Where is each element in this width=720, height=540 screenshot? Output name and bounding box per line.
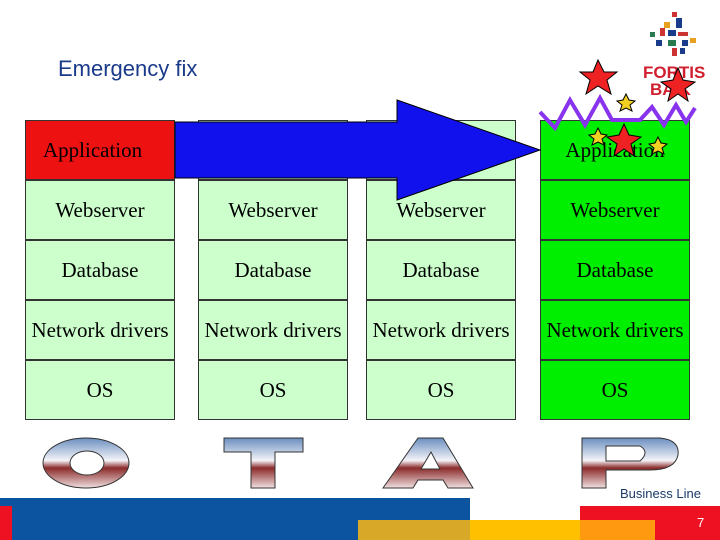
stack-cell: Network drivers (540, 300, 690, 360)
stack-cell (198, 120, 348, 180)
page-number: 7 (697, 515, 705, 530)
stack-cell: OS (540, 360, 690, 420)
stack-cell: OS (198, 360, 348, 420)
stack-cell: Webserver (366, 180, 516, 240)
stack-cell: Database (25, 240, 175, 300)
stack-cell: Network drivers (25, 300, 175, 360)
footer-business-line: Business Line (620, 486, 701, 501)
stack-cell: Network drivers (366, 300, 516, 360)
svg-text:BA K: BA K (650, 80, 692, 99)
fortis-logo-icon: FORTIS BA K (643, 12, 705, 99)
stack-cell: OS (366, 360, 516, 420)
stack-cell: Database (198, 240, 348, 300)
stack-cell: OS (25, 360, 175, 420)
stack-cell: Webserver (25, 180, 175, 240)
footer-yellow-bar (470, 520, 580, 540)
stack-cell: Database (540, 240, 690, 300)
stack-cell: Application (540, 120, 690, 180)
footer-gold-bar (358, 520, 470, 540)
stack-cell: Webserver (540, 180, 690, 240)
stack-cell (366, 120, 516, 180)
footer-orange-bar (580, 520, 655, 540)
stack-cell: Application (25, 120, 175, 180)
stack-cell: Network drivers (198, 300, 348, 360)
stack-cell: Webserver (198, 180, 348, 240)
footer-red-left (0, 506, 12, 540)
stack-cell: Database (366, 240, 516, 300)
